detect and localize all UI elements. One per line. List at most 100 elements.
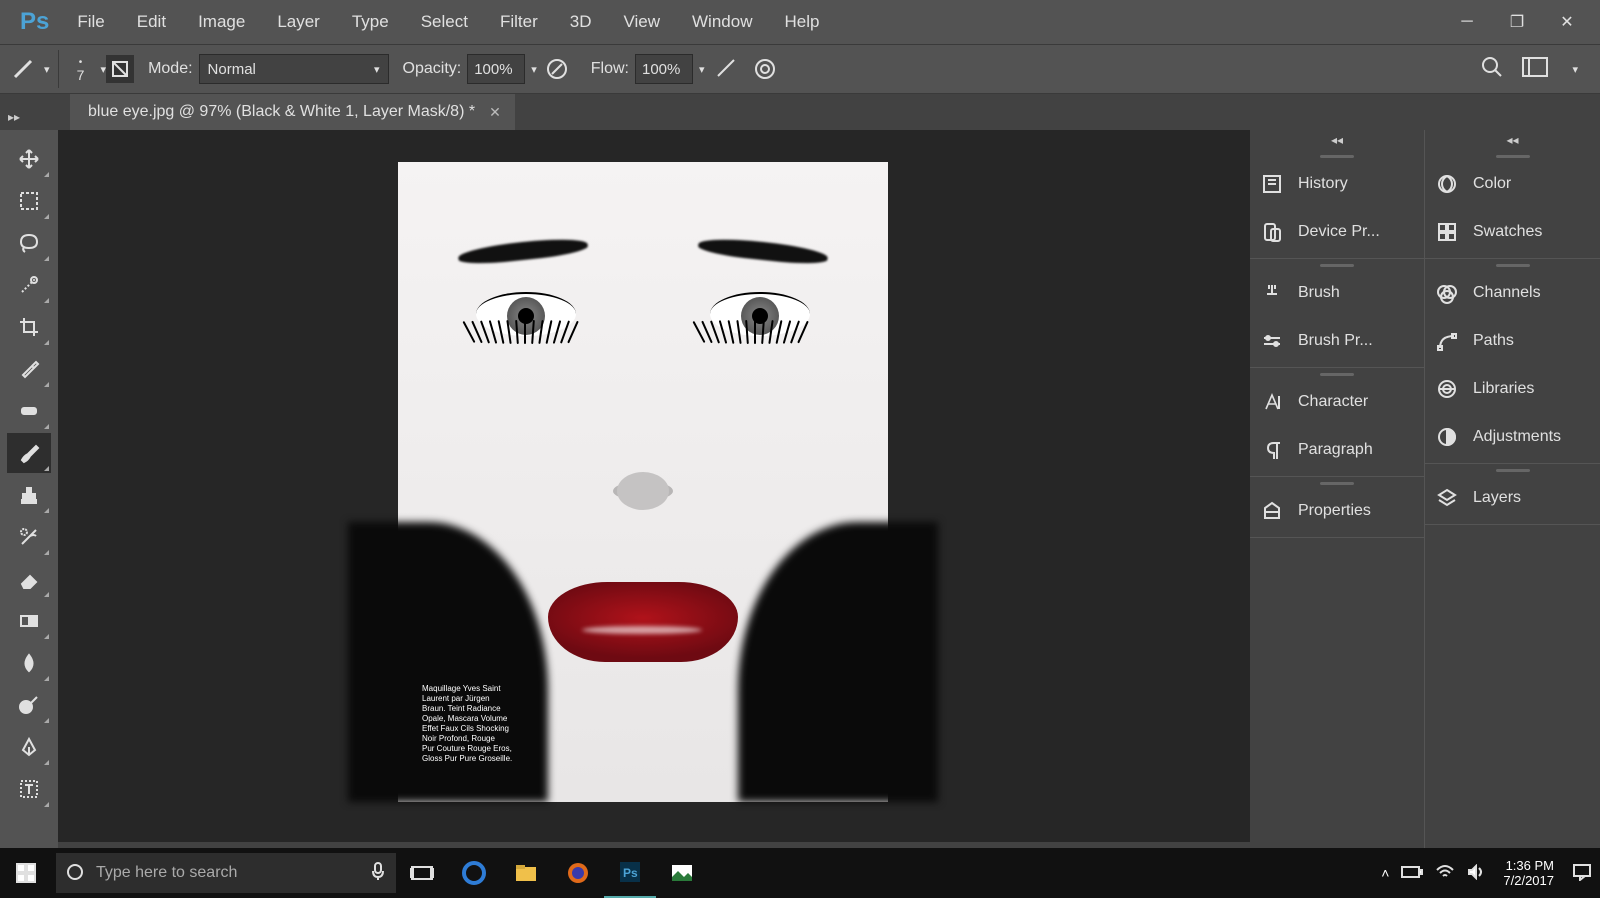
layers-icon: [1435, 486, 1459, 510]
character-icon: [1260, 390, 1284, 414]
menu-view[interactable]: View: [607, 0, 676, 44]
file-explorer-icon[interactable]: [500, 848, 552, 898]
paragraph-icon: [1260, 438, 1284, 462]
expand-toolbox-icon[interactable]: ▸▸: [8, 110, 20, 124]
brush-icon: [1260, 281, 1284, 305]
eraser-tool[interactable]: [7, 559, 51, 599]
panel-brush-presets[interactable]: Brush Pr...: [1250, 317, 1424, 365]
taskbar-search-placeholder: Type here to search: [96, 864, 237, 882]
firefox-icon[interactable]: [552, 848, 604, 898]
battery-icon[interactable]: [1401, 865, 1423, 882]
eyedropper-tool[interactable]: [7, 349, 51, 389]
pressure-opacity-icon[interactable]: [543, 55, 571, 83]
document-canvas[interactable]: Maquillage Yves SaintLaurent par JürgenB…: [398, 162, 888, 802]
panel-dock: ◂◂ History Device Pr... Brush Brush Pr..…: [1250, 130, 1600, 870]
panel-history[interactable]: History: [1250, 160, 1424, 208]
collapse-panels-icon[interactable]: ◂◂: [1250, 130, 1424, 150]
brush-panel-toggle-icon[interactable]: [106, 55, 134, 83]
panel-swatches[interactable]: Swatches: [1425, 208, 1600, 256]
document-tab[interactable]: blue eye.jpg @ 97% (Black & White 1, Lay…: [70, 94, 515, 130]
volume-icon[interactable]: [1467, 864, 1485, 883]
canvas-area[interactable]: Maquillage Yves SaintLaurent par JürgenB…: [58, 130, 1250, 842]
gradient-tool[interactable]: [7, 601, 51, 641]
panel-brush[interactable]: Brush: [1250, 269, 1424, 317]
history-brush-tool[interactable]: [7, 517, 51, 557]
close-tab-icon[interactable]: ✕: [489, 104, 501, 121]
app-logo: Ps: [8, 8, 61, 36]
panel-adjustments[interactable]: Adjustments: [1425, 413, 1600, 461]
menu-edit[interactable]: Edit: [121, 0, 182, 44]
photos-icon[interactable]: [656, 848, 708, 898]
minimize-icon[interactable]: ─: [1442, 2, 1492, 42]
menu-bar: Ps File Edit Image Layer Type Select Fil…: [0, 0, 1600, 44]
blur-tool[interactable]: [7, 643, 51, 683]
menu-file[interactable]: File: [61, 0, 120, 44]
close-icon[interactable]: ✕: [1542, 2, 1592, 42]
lasso-tool[interactable]: [7, 223, 51, 263]
tool-preset-icon[interactable]: [8, 54, 38, 84]
workspace-switcher-icon[interactable]: [1522, 57, 1548, 81]
crop-tool[interactable]: [7, 307, 51, 347]
panel-character[interactable]: Character: [1250, 378, 1424, 426]
tray-chevron-up-icon[interactable]: ˄: [1381, 865, 1389, 881]
pen-tool[interactable]: [7, 727, 51, 767]
healing-brush-tool[interactable]: [7, 391, 51, 431]
panel-libraries[interactable]: Libraries: [1425, 365, 1600, 413]
dodge-tool[interactable]: [7, 685, 51, 725]
document-tab-bar: blue eye.jpg @ 97% (Black & White 1, Lay…: [0, 94, 1600, 130]
menu-window[interactable]: Window: [676, 0, 768, 44]
menu-help[interactable]: Help: [768, 0, 835, 44]
chevron-down-icon[interactable]: ▾: [1572, 63, 1578, 76]
chevron-down-icon[interactable]: ▾: [531, 63, 537, 76]
system-tray: ˄ 1:36 PM 7/2/2017: [1381, 858, 1600, 888]
move-tool[interactable]: [7, 139, 51, 179]
menu-3d[interactable]: 3D: [554, 0, 608, 44]
chevron-down-icon[interactable]: ▾: [699, 63, 705, 76]
document-tab-title: blue eye.jpg @ 97% (Black & White 1, Lay…: [88, 103, 475, 121]
mic-icon[interactable]: [370, 861, 386, 886]
blend-mode-select[interactable]: Normal ▾: [199, 54, 389, 84]
maximize-icon[interactable]: ❐: [1492, 2, 1542, 42]
menu-layer[interactable]: Layer: [261, 0, 336, 44]
window-controls: ─ ❐ ✕: [1442, 2, 1592, 42]
panel-layers[interactable]: Layers: [1425, 474, 1600, 522]
menu-type[interactable]: Type: [336, 0, 405, 44]
taskbar-search[interactable]: Type here to search: [56, 853, 396, 893]
opacity-label: Opacity:: [403, 60, 462, 78]
airbrush-icon[interactable]: [711, 55, 739, 83]
wifi-icon[interactable]: [1435, 864, 1455, 883]
search-icon[interactable]: [1480, 55, 1504, 83]
panel-paths[interactable]: Paths: [1425, 317, 1600, 365]
panel-properties[interactable]: Properties: [1250, 487, 1424, 535]
collapse-panels-icon[interactable]: ◂◂: [1425, 130, 1600, 150]
libraries-icon: [1435, 377, 1459, 401]
marquee-tool[interactable]: [7, 181, 51, 221]
quick-select-tool[interactable]: [7, 265, 51, 305]
properties-icon: [1260, 499, 1284, 523]
panel-color[interactable]: Color: [1425, 160, 1600, 208]
photoshop-taskbar-icon[interactable]: Ps: [604, 848, 656, 898]
menu-filter[interactable]: Filter: [484, 0, 554, 44]
flow-label: Flow:: [591, 60, 629, 78]
taskbar-clock[interactable]: 1:36 PM 7/2/2017: [1503, 858, 1554, 888]
menu-image[interactable]: Image: [182, 0, 261, 44]
menu-select[interactable]: Select: [405, 0, 484, 44]
type-tool[interactable]: [7, 769, 51, 809]
brush-size-picker[interactable]: • 7: [67, 57, 95, 81]
channels-icon: [1435, 281, 1459, 305]
stamp-tool[interactable]: [7, 475, 51, 515]
panel-device-preview[interactable]: Device Pr...: [1250, 208, 1424, 256]
panel-paragraph[interactable]: Paragraph: [1250, 426, 1424, 474]
flow-input[interactable]: 100%: [635, 54, 693, 84]
opacity-input[interactable]: 100%: [467, 54, 525, 84]
edge-icon[interactable]: [448, 848, 500, 898]
svg-text:Ps: Ps: [623, 866, 638, 880]
task-view-icon[interactable]: [396, 848, 448, 898]
magazine-caption: Maquillage Yves SaintLaurent par JürgenB…: [422, 684, 512, 764]
pressure-size-icon[interactable]: [751, 55, 779, 83]
action-center-icon[interactable]: [1572, 863, 1592, 884]
panel-channels[interactable]: Channels: [1425, 269, 1600, 317]
brush-tool[interactable]: [7, 433, 51, 473]
start-button[interactable]: [0, 863, 52, 883]
chevron-down-icon[interactable]: ▾: [44, 63, 50, 76]
